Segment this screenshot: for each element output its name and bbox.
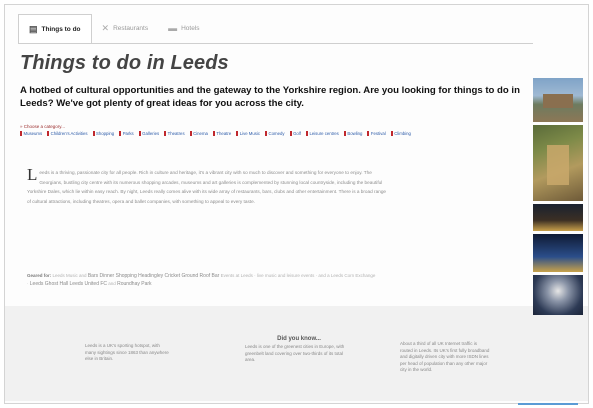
category-link[interactable]: Museums	[20, 131, 42, 136]
category-marker	[390, 131, 393, 136]
category-marker	[138, 131, 141, 136]
thumbnail-image[interactable]	[533, 275, 583, 315]
category-label: Leisure centres	[309, 131, 339, 136]
category-marker	[343, 131, 346, 136]
category-link[interactable]: Festival	[367, 131, 386, 136]
category-link[interactable]: Comedy	[265, 131, 285, 136]
category-marker	[164, 131, 167, 136]
tagline-link[interactable]: Leeds Ghost Hall Leeds United FC	[30, 281, 107, 287]
category-label: Golf	[293, 131, 301, 136]
category-label: Bowling	[347, 131, 363, 136]
tab-label: Things to do	[41, 25, 81, 33]
category-label: Theatres	[167, 131, 185, 136]
fact-item: Leeds is one of the greenest cities in E…	[245, 344, 345, 362]
page-title: Things to do in Leeds	[20, 52, 229, 74]
category-marker	[20, 131, 22, 136]
cutlery-icon: ✕	[101, 22, 110, 33]
bed-icon: ▬	[168, 23, 178, 33]
drop-cap: L	[27, 165, 38, 184]
category-label: Museums	[23, 131, 43, 136]
tab-bar: ▤ Things to do ✕ Restaurants ▬ Hotels	[18, 14, 210, 44]
tagline-text: and	[108, 281, 116, 286]
category-marker	[289, 131, 292, 136]
category-link[interactable]: Theatre	[212, 131, 232, 136]
category-heading[interactable]: » Choose a category...	[20, 124, 65, 129]
category-label: Theatre	[216, 131, 232, 136]
thumbnail-image[interactable]	[533, 234, 583, 272]
category-label: Shopping	[96, 131, 115, 136]
intro-text: A hotbed of cultural opportunities and t…	[20, 85, 520, 109]
category-list: Museums Children's Activities Shopping P…	[20, 131, 525, 136]
category-link[interactable]: Live Music	[236, 131, 260, 136]
tab-label: Hotels	[181, 24, 200, 32]
thumbnail-image[interactable]	[533, 125, 583, 201]
fact-item: Leeds is a UK's sporting hotspot, with m…	[85, 343, 169, 361]
thumbnail-strip	[533, 78, 583, 318]
category-link[interactable]: Parks	[119, 131, 134, 136]
geared-for-label: Geared for:	[27, 273, 52, 278]
body-copy: L eeds is a thriving, passionate city fo…	[27, 165, 390, 207]
tab-things-to-do[interactable]: ▤ Things to do	[18, 14, 92, 44]
category-link[interactable]: Climbing	[390, 131, 411, 136]
tagline-link[interactable]: Roundhay Park	[117, 281, 151, 287]
category-marker	[236, 131, 239, 136]
category-marker	[189, 131, 192, 136]
category-marker	[47, 131, 50, 136]
geared-for-links: Geared for: Leeds Music and Bars Dinner …	[27, 272, 377, 288]
category-link[interactable]: Shopping	[92, 131, 115, 136]
category-label: Comedy	[268, 131, 285, 136]
category-link[interactable]: Galleries	[138, 131, 160, 136]
category-link[interactable]: Leisure centres	[305, 131, 339, 136]
did-you-know-heading: Did you know...	[277, 336, 321, 342]
tagline-text: Leeds Music and	[52, 273, 87, 278]
tab-restaurants[interactable]: ✕ Restaurants	[92, 14, 159, 42]
category-label: Festival	[370, 131, 386, 136]
thumbnail-image[interactable]	[533, 204, 583, 231]
category-link[interactable]: Theatres	[164, 131, 185, 136]
category-link[interactable]: Children's Activities	[47, 131, 88, 136]
tab-divider	[18, 43, 533, 44]
category-label: Children's Activities	[50, 131, 88, 136]
category-marker	[119, 131, 122, 136]
category-marker	[265, 131, 268, 136]
fact-item: About a third of all UK Internet traffic…	[400, 341, 490, 372]
category-label: Live Music	[239, 131, 261, 136]
tab-hotels[interactable]: ▬ Hotels	[158, 14, 209, 42]
tagline-link[interactable]: Bars Dinner Shopping Headingley Cricket …	[88, 273, 219, 279]
thumbnail-image[interactable]	[533, 78, 583, 122]
category-link[interactable]: Bowling	[343, 131, 363, 136]
category-label: Cinema	[193, 131, 208, 136]
category-label: Parks	[122, 131, 134, 136]
category-marker	[92, 131, 95, 136]
building-icon: ▤	[29, 23, 38, 34]
category-label: Climbing	[394, 131, 411, 136]
accent-bar	[518, 403, 578, 405]
category-link[interactable]: Cinema	[189, 131, 208, 136]
category-label: Galleries	[142, 131, 160, 136]
tab-label: Restaurants	[113, 24, 149, 32]
category-link[interactable]: Golf	[289, 131, 301, 136]
body-paragraph: eeds is a thriving, passionate city for …	[27, 170, 387, 205]
did-you-know-panel: Did you know... Leeds is a UK's sporting…	[5, 306, 588, 401]
category-marker	[212, 131, 215, 136]
category-marker	[367, 131, 370, 136]
category-marker	[305, 131, 308, 136]
